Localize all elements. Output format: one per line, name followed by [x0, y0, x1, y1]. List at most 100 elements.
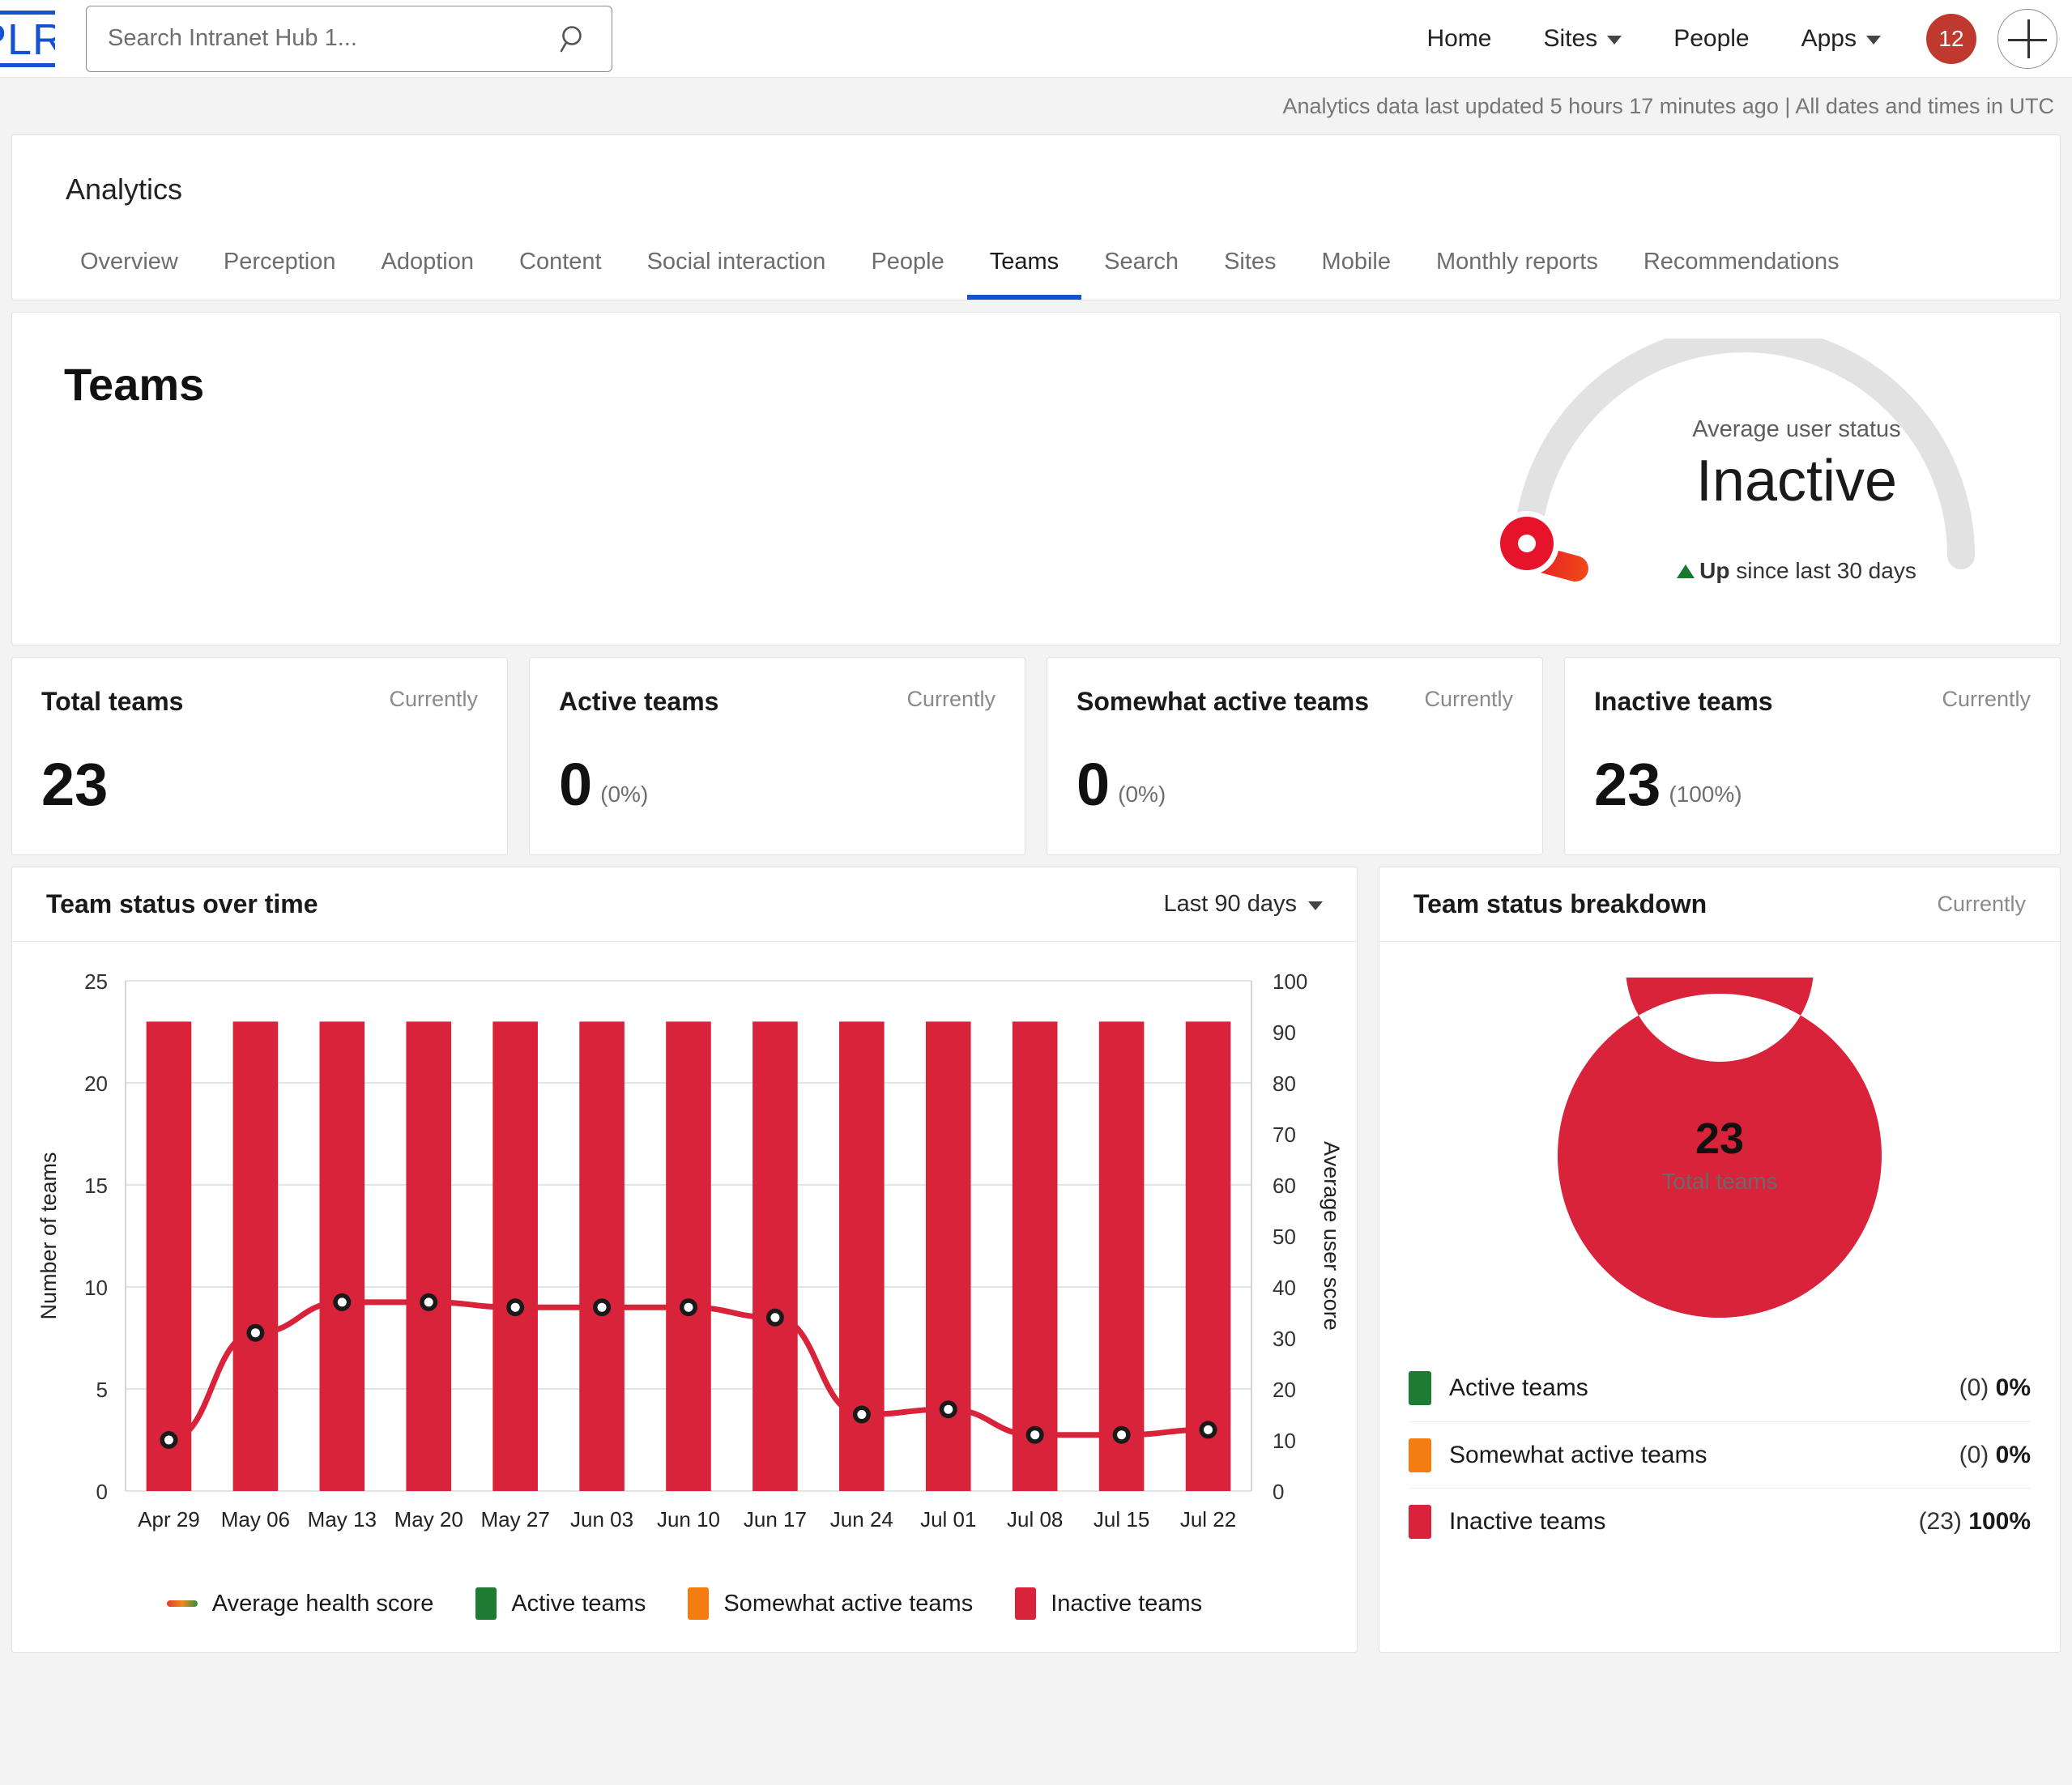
svg-text:May 06: May 06 [221, 1507, 290, 1532]
gauge-label: Average user status [1692, 416, 1901, 442]
tab-monthly-reports[interactable]: Monthly reports [1413, 241, 1621, 300]
tab-content[interactable]: Content [497, 241, 625, 300]
site-logo[interactable]: PLR [0, 10, 55, 67]
kpi-title: Active teams [559, 687, 719, 716]
chevron-down-icon [1866, 36, 1881, 45]
color-swatch-icon [1015, 1587, 1037, 1620]
kpi-row: Total teams Currently 23 Active teams Cu… [11, 657, 2061, 855]
top-navigation-bar: PLR Home Sites People Apps 12 [0, 0, 2072, 78]
kpi-somewhat-active-teams: Somewhat active teams Currently 0 (0%) [1047, 657, 1543, 855]
trend-up-icon [1677, 564, 1695, 578]
legend-item-somewhat-active-teams[interactable]: Somewhat active teams [667, 1587, 994, 1620]
svg-text:20: 20 [1273, 1378, 1296, 1402]
add-button[interactable] [1997, 8, 2057, 69]
svg-text:Jul 08: Jul 08 [1007, 1507, 1063, 1532]
breakdown-count: (23) [1918, 1507, 1962, 1535]
breakdown-value: (23) 100% [1919, 1508, 2031, 1536]
breakdown-list: Active teams (0) 0% Somewhat active team… [1379, 1334, 2060, 1554]
tab-label: Social interaction [646, 249, 826, 275]
svg-text:100: 100 [1273, 969, 1307, 994]
tab-perception[interactable]: Perception [201, 241, 359, 300]
kpi-percent: (0%) [1118, 782, 1166, 807]
svg-text:5: 5 [96, 1378, 108, 1402]
kpi-period: Currently [1424, 687, 1513, 711]
svg-text:Jul 15: Jul 15 [1094, 1507, 1149, 1532]
team-status-over-time-card: Team status over time Last 90 days 0 5 10 1… [11, 867, 1358, 1653]
gauge-trend: Up since last 30 days [1622, 558, 1971, 584]
breakdown-count: (0) [1959, 1374, 1989, 1401]
svg-text:25: 25 [84, 969, 108, 994]
logo-text: PLR [0, 10, 55, 67]
kpi-value: 0 [1077, 750, 1111, 818]
svg-text:Average user score: Average user score [1320, 1141, 1341, 1331]
svg-text:Jun 03: Jun 03 [570, 1507, 633, 1532]
team-status-breakdown-card: Team status breakdown Currently 23 Total… [1379, 867, 2061, 1653]
svg-text:80: 80 [1273, 1071, 1296, 1096]
date-range-select[interactable]: Last 90 days [1164, 891, 1323, 918]
color-swatch-icon [1409, 1504, 1431, 1539]
svg-text:40: 40 [1273, 1276, 1296, 1300]
donut-chart[interactable]: 23 Total teams [1509, 874, 1930, 1334]
main-nav: Home Sites People Apps 12 [1401, 8, 2057, 69]
legend-label: Inactive teams [1051, 1590, 1203, 1617]
tab-label: Teams [989, 249, 1059, 275]
donut-body: 23 Total teams Active teams (0) 0% Somew… [1379, 874, 2060, 1554]
svg-text:0: 0 [1273, 1480, 1284, 1504]
breakdown-row-somewhat-active-teams[interactable]: Somewhat active teams (0) 0% [1409, 1421, 2031, 1488]
date-range-label: Last 90 days [1163, 891, 1297, 917]
nav-item-people[interactable]: People [1648, 25, 1775, 53]
search-box[interactable] [86, 5, 612, 72]
kpi-value: 23 [1594, 750, 1661, 818]
tab-search[interactable]: Search [1081, 241, 1201, 300]
legend-item-average-health-score[interactable]: Average health score [146, 1591, 455, 1617]
notification-badge[interactable]: 12 [1926, 13, 1976, 64]
panel-title: Team status breakdown [1413, 889, 1707, 918]
svg-text:Jun 24: Jun 24 [830, 1507, 893, 1532]
tab-mobile[interactable]: Mobile [1299, 241, 1413, 300]
breakdown-row-inactive-teams[interactable]: Inactive teams (23) 100% [1409, 1488, 2031, 1554]
svg-text:15: 15 [84, 1174, 108, 1198]
tab-social-interaction[interactable]: Social interaction [625, 241, 849, 300]
tab-label: Search [1104, 249, 1179, 275]
nav-item-sites[interactable]: Sites [1517, 25, 1648, 53]
tab-people[interactable]: People [848, 241, 966, 300]
legend-item-inactive-teams[interactable]: Inactive teams [994, 1587, 1223, 1620]
breakdown-percent: 100% [1968, 1507, 2031, 1535]
nav-item-apps[interactable]: Apps [1776, 25, 1907, 53]
tab-label: Perception [223, 249, 336, 275]
average-user-status-gauge: Average user status Inactive Up since la… [1493, 329, 1995, 637]
analytics-tabs: Overview Perception Adoption Content Soc… [12, 241, 2060, 300]
nav-item-label: People [1673, 24, 1750, 52]
kpi-value: 23 [41, 750, 109, 818]
teams-hero-card: Teams Average user status Inactive Up si… [11, 312, 2061, 645]
page-title: Analytics [66, 173, 183, 206]
team-status-combo-chart[interactable]: 0 5 10 15 20 25 0 10 20 30 40 50 60 70 80 90 100 Apr 29 Ma… [28, 966, 1344, 1566]
data-freshness-strip: Analytics data last updated 5 hours 17 m… [0, 78, 2072, 134]
data-freshness-text: Analytics data last updated 5 hours 17 m… [1282, 93, 2054, 118]
color-swatch-icon [1409, 1438, 1431, 1472]
svg-text:Number of teams: Number of teams [36, 1152, 61, 1319]
search-icon[interactable] [558, 23, 590, 55]
chart-body: 0 5 10 15 20 25 0 10 20 30 40 50 60 70 80 90 100 Apr 29 Ma… [12, 942, 1357, 1570]
breakdown-row-active-teams[interactable]: Active teams (0) 0% [1409, 1355, 2031, 1421]
gauge-value: Inactive [1695, 449, 1898, 513]
svg-text:10: 10 [1273, 1429, 1296, 1453]
kpi-period: Currently [1942, 687, 2031, 711]
svg-text:70: 70 [1273, 1123, 1296, 1147]
tab-label: Mobile [1321, 249, 1391, 275]
tab-label: Recommendations [1643, 249, 1840, 275]
nav-item-home[interactable]: Home [1401, 25, 1517, 53]
legend-item-active-teams[interactable]: Active teams [454, 1587, 667, 1620]
tab-adoption[interactable]: Adoption [359, 241, 497, 300]
color-swatch-icon [475, 1587, 497, 1620]
tab-sites[interactable]: Sites [1201, 241, 1298, 300]
tab-label: Monthly reports [1435, 249, 1598, 275]
breakdown-count: (0) [1959, 1441, 1989, 1468]
search-input[interactable] [108, 25, 558, 52]
color-swatch-icon [688, 1587, 710, 1620]
tab-recommendations[interactable]: Recommendations [1621, 241, 1862, 300]
tab-teams[interactable]: Teams [966, 241, 1082, 300]
trend-direction: Up [1699, 558, 1730, 583]
kpi-period: Currently [389, 687, 478, 711]
tab-overview[interactable]: Overview [58, 241, 201, 300]
